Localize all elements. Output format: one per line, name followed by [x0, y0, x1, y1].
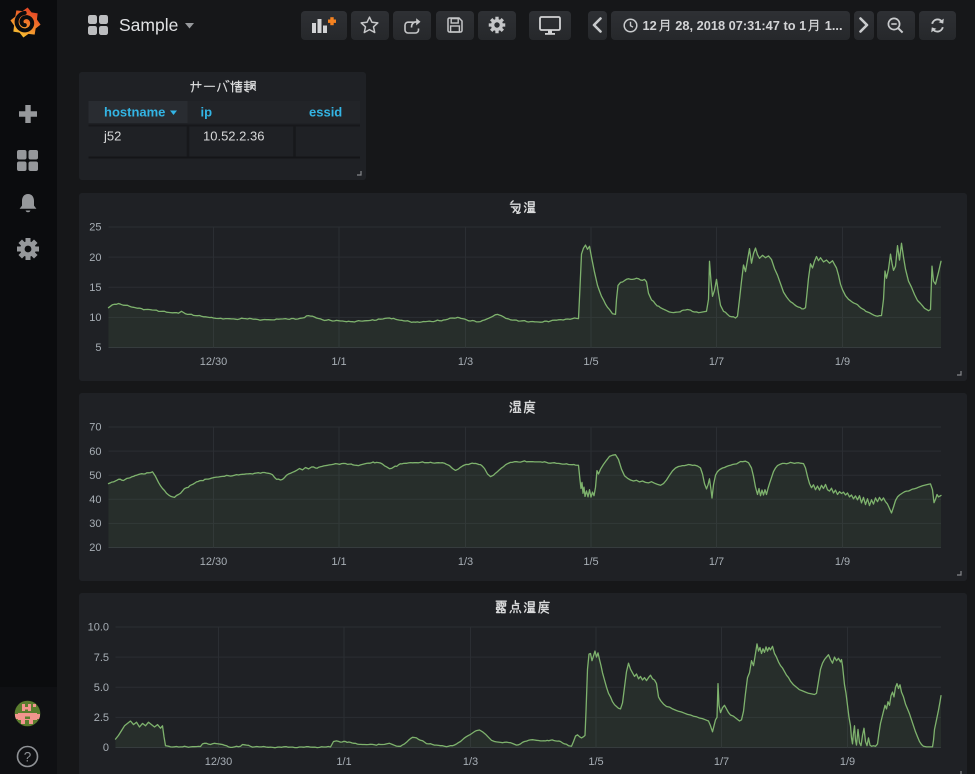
svg-text:1/9: 1/9: [834, 556, 849, 568]
svg-text:1/7: 1/7: [713, 756, 728, 768]
svg-text:1/9: 1/9: [839, 756, 854, 768]
svg-text:15: 15: [89, 282, 101, 294]
svg-text:10.52.2.36: 10.52.2.36: [203, 129, 264, 144]
svg-text:5.0: 5.0: [93, 682, 108, 694]
svg-text:50: 50: [89, 470, 101, 482]
svg-text:2.5: 2.5: [93, 712, 108, 724]
svg-text:12/30: 12/30: [204, 756, 232, 768]
svg-text:1/5: 1/5: [588, 756, 603, 768]
svg-text:1/5: 1/5: [583, 356, 598, 368]
svg-text:essid: essid: [309, 105, 342, 120]
svg-text:10.0: 10.0: [87, 622, 108, 634]
svg-text:70: 70: [89, 422, 101, 434]
svg-text:1/9: 1/9: [834, 356, 849, 368]
svg-text:10: 10: [89, 312, 101, 324]
svg-text:j52: j52: [103, 129, 121, 144]
svg-text:20: 20: [89, 252, 101, 264]
svg-text:1/7: 1/7: [708, 356, 723, 368]
svg-text:1/1: 1/1: [336, 756, 351, 768]
svg-text:1/1: 1/1: [331, 356, 346, 368]
svg-text:ip: ip: [200, 105, 212, 120]
svg-text:1/3: 1/3: [462, 756, 477, 768]
svg-text:0: 0: [102, 742, 108, 754]
svg-text:20: 20: [89, 542, 101, 554]
svg-text:7.5: 7.5: [93, 652, 108, 664]
svg-text:?: ?: [24, 749, 32, 764]
svg-text:hostname: hostname: [104, 105, 165, 120]
svg-text:12/30: 12/30: [199, 556, 227, 568]
svg-text:1/7: 1/7: [708, 556, 723, 568]
svg-text:30: 30: [89, 518, 101, 530]
svg-text:25: 25: [89, 222, 101, 234]
svg-text:60: 60: [89, 446, 101, 458]
svg-text:40: 40: [89, 494, 101, 506]
svg-text:1/1: 1/1: [331, 556, 346, 568]
svg-text:1/5: 1/5: [583, 556, 598, 568]
svg-text:1/3: 1/3: [457, 356, 472, 368]
svg-text:1/3: 1/3: [457, 556, 472, 568]
svg-text:12/30: 12/30: [199, 356, 227, 368]
svg-text:5: 5: [95, 342, 101, 354]
